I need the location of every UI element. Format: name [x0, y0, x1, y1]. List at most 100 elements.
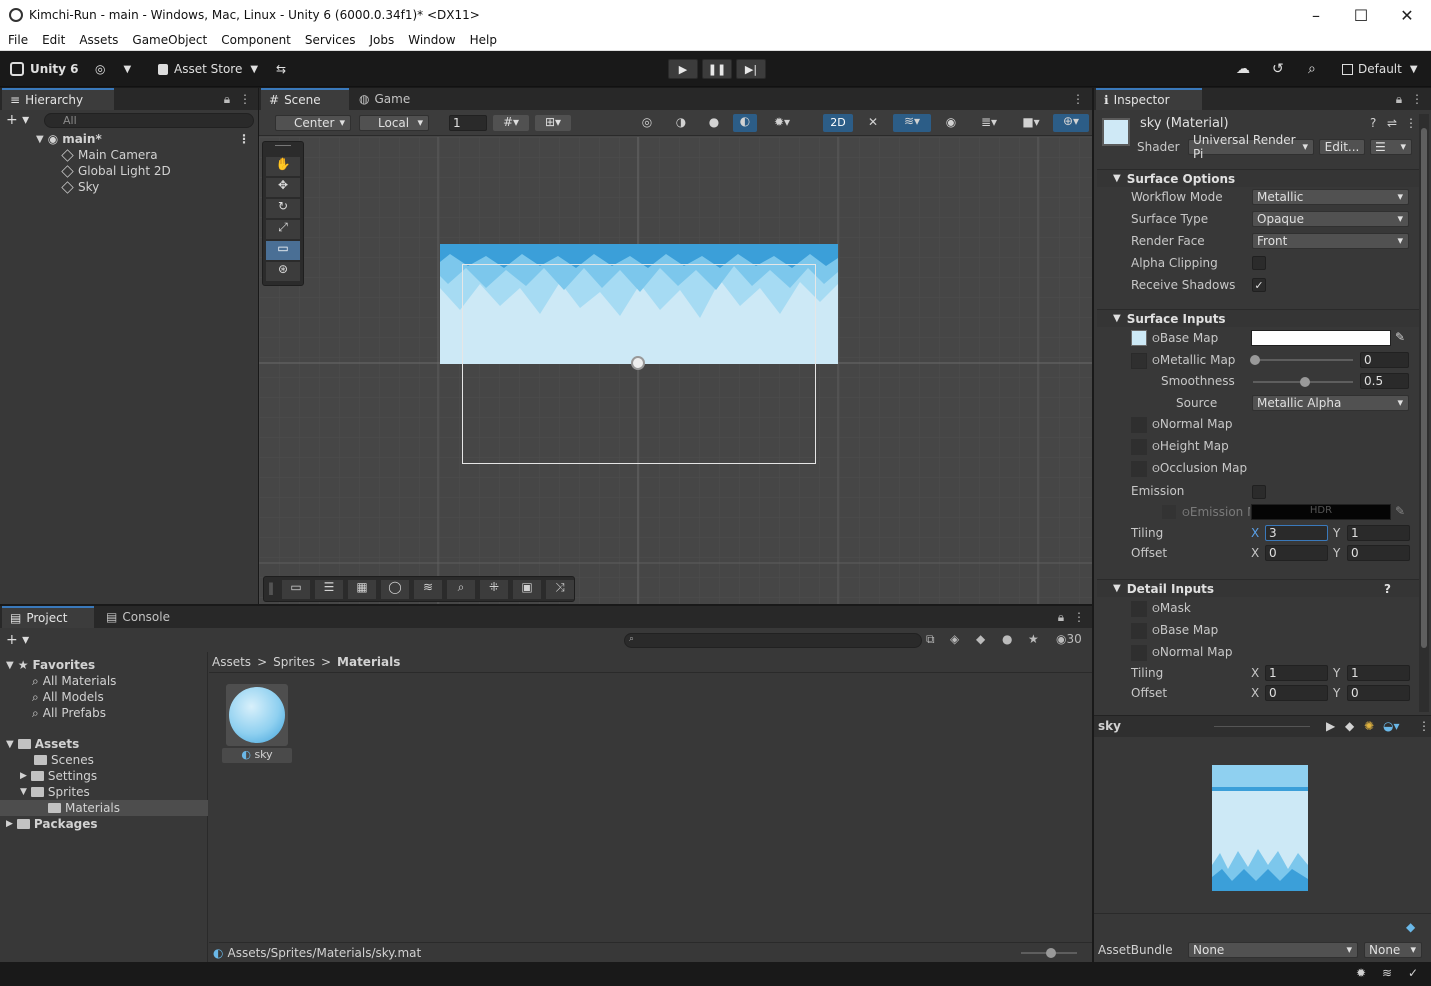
menu-services[interactable]: Services — [297, 33, 362, 47]
metallic-slider-track[interactable] — [1253, 359, 1353, 361]
drag-handle-icon[interactable]: ‖ — [268, 581, 274, 595]
icon-size-slider-handle[interactable] — [1046, 948, 1056, 958]
lock-icon[interactable]: 🔒︎ — [218, 90, 236, 108]
create-asset-button[interactable]: + ▾ — [6, 632, 29, 648]
base-map-texture-slot[interactable] — [1131, 330, 1147, 346]
cloud-icon[interactable]: ☁ — [1236, 60, 1250, 78]
lock-icon[interactable]: 🔒︎ — [1052, 608, 1070, 626]
texture-picker-icon[interactable]: ʘ — [1152, 464, 1160, 475]
preview-mesh-icon[interactable]: ◆ — [1345, 719, 1354, 733]
folder-materials[interactable]: Materials — [0, 800, 208, 816]
history-icon[interactable]: ↺ — [1272, 60, 1284, 78]
emission-checkbox[interactable] — [1252, 485, 1266, 499]
folder-sprites[interactable]: ▼ Sprites — [20, 784, 90, 800]
receive-shadows-checkbox[interactable]: ✓ — [1252, 278, 1266, 292]
metallic-value-input[interactable]: 0 — [1360, 352, 1409, 368]
hierarchy-item-main-camera[interactable]: Main Camera — [61, 147, 158, 163]
pivot-handle-icon[interactable] — [631, 356, 645, 370]
assetbundle-dropdown[interactable]: None — [1188, 942, 1358, 958]
transform-tool-icon[interactable]: ⊛ — [266, 262, 300, 281]
tiling-x-input[interactable]: 3 — [1265, 525, 1328, 541]
favorites-header[interactable]: ▼ ★ Favorites — [6, 657, 95, 673]
breadcrumb-sprites[interactable]: Sprites — [273, 655, 315, 669]
presets-icon[interactable]: ⇌ — [1387, 116, 1397, 130]
step-button[interactable]: ▶| — [736, 59, 766, 79]
shader-options-dropdown[interactable]: ☰ — [1370, 139, 1412, 155]
drag-handle-icon[interactable] — [275, 145, 291, 155]
pause-button[interactable]: ❚❚ — [702, 59, 732, 79]
more-options-icon[interactable]: ⋮ — [238, 132, 250, 146]
grid-snap-button[interactable]: #▾ — [493, 115, 529, 131]
gizmos-icon[interactable]: ⊕▾ — [1053, 114, 1089, 132]
shuffle-icon[interactable]: ⤨ — [546, 580, 574, 599]
space-dropdown[interactable]: Local — [359, 115, 429, 131]
grid-size-input[interactable]: 1 — [449, 115, 487, 131]
warning-icon[interactable]: ● — [1002, 632, 1012, 646]
folder-scenes[interactable]: Scenes — [34, 752, 94, 768]
circle-icon[interactable]: ◯ — [381, 580, 409, 599]
menu-file[interactable]: File — [0, 33, 34, 47]
shaded-wire-icon[interactable]: ◑ — [669, 115, 693, 131]
lighting-icon[interactable]: ✕ — [861, 115, 885, 131]
star-icon[interactable]: ★ — [1028, 632, 1039, 646]
debug-draw-icon[interactable]: ✹▾ — [765, 115, 799, 131]
version-control-icon[interactable]: ⇆ — [276, 60, 286, 78]
hand-tool-icon[interactable]: ✋ — [266, 157, 300, 176]
more-options-icon[interactable]: ⋮ — [1069, 90, 1087, 108]
scene-row[interactable]: ▼ ◉ main* ⋮ — [36, 131, 258, 147]
minimize-icon[interactable]: – — [1293, 0, 1339, 30]
texture-picker-icon[interactable]: ʘ — [1152, 356, 1160, 367]
height-map-texture-slot[interactable] — [1131, 439, 1147, 455]
toggle-2d-button[interactable]: 2D — [823, 114, 853, 132]
breadcrumb-materials[interactable]: Materials — [337, 655, 400, 669]
eyedropper-icon[interactable]: ✎ — [1395, 330, 1405, 344]
more-options-icon[interactable]: ⋮ — [236, 90, 254, 108]
help-icon[interactable]: ? — [1370, 116, 1376, 130]
rotate-tool-icon[interactable]: ↻ — [266, 199, 300, 218]
preview-sphere-icon[interactable]: ◒▾ — [1383, 719, 1400, 733]
preview-drag-bar[interactable] — [1214, 726, 1310, 727]
pivot-dropdown[interactable]: Center — [275, 115, 351, 131]
camera-icon[interactable]: ■▾ — [1013, 115, 1049, 131]
unity-account-button[interactable]: Unity 6 — [10, 60, 79, 78]
offset-y-input[interactable]: 0 — [1347, 545, 1410, 561]
favorite-all-models[interactable]: ⌕ All Models — [32, 689, 104, 705]
surface-options-header[interactable]: ▼ Surface Options — [1097, 169, 1419, 187]
material-preview-area[interactable] — [1094, 737, 1431, 913]
texture-picker-icon[interactable]: ʘ — [1182, 508, 1190, 519]
search-filter-icon[interactable]: ⧉ — [926, 632, 935, 647]
tag-icon[interactable]: ◆ — [1406, 920, 1415, 934]
tab-scene[interactable]: # Scene — [261, 88, 349, 110]
render-face-dropdown[interactable]: Front — [1252, 233, 1409, 249]
capture-icon[interactable]: ▣ — [513, 580, 541, 599]
menu-jobs[interactable]: Jobs — [362, 33, 401, 47]
tab-project[interactable]: ▤ Project — [2, 606, 94, 628]
effects-icon[interactable]: ≋▾ — [893, 114, 931, 132]
maximize-icon[interactable]: ☐ — [1338, 0, 1384, 30]
texture-picker-icon[interactable]: ʘ — [1152, 334, 1160, 345]
workflow-mode-dropdown[interactable]: Metallic — [1252, 189, 1409, 205]
surface-type-dropdown[interactable]: Opaque — [1252, 211, 1409, 227]
assetbundle-variant-dropdown[interactable]: None — [1364, 942, 1422, 958]
tiling-y-input[interactable]: 1 — [1347, 525, 1410, 541]
project-search-input[interactable]: ⌕ — [624, 633, 922, 648]
normal-map-texture-slot[interactable] — [1131, 417, 1147, 433]
detail-tiling-x-input[interactable]: 1 — [1265, 665, 1328, 681]
menu-component[interactable]: Component — [213, 33, 297, 47]
move-tool-icon[interactable]: ✥ — [266, 178, 300, 197]
texture-picker-icon[interactable]: ʘ — [1152, 420, 1160, 431]
metallic-slider-handle[interactable] — [1250, 355, 1260, 365]
inspector-scrollbar[interactable] — [1419, 114, 1429, 712]
close-icon[interactable]: ✕ — [1384, 0, 1430, 30]
asset-tile-sky[interactable]: ◐ sky — [222, 684, 292, 764]
smoothness-slider-handle[interactable] — [1300, 377, 1310, 387]
texture-picker-icon[interactable]: ʘ — [1152, 604, 1160, 615]
tab-hierarchy[interactable]: ≡ Hierarchy — [2, 88, 114, 110]
menu-help[interactable]: Help — [462, 33, 503, 47]
snap-settings-button[interactable]: ⊞▾ — [535, 115, 571, 131]
eyedropper-icon[interactable]: ✎ — [1395, 504, 1405, 518]
layers-icon[interactable]: ≣▾ — [971, 115, 1007, 131]
surface-inputs-header[interactable]: ▼ Surface Inputs — [1097, 309, 1419, 327]
assets-folder[interactable]: ▼ Assets — [6, 736, 79, 752]
edit-shader-button[interactable]: Edit... — [1319, 139, 1365, 155]
